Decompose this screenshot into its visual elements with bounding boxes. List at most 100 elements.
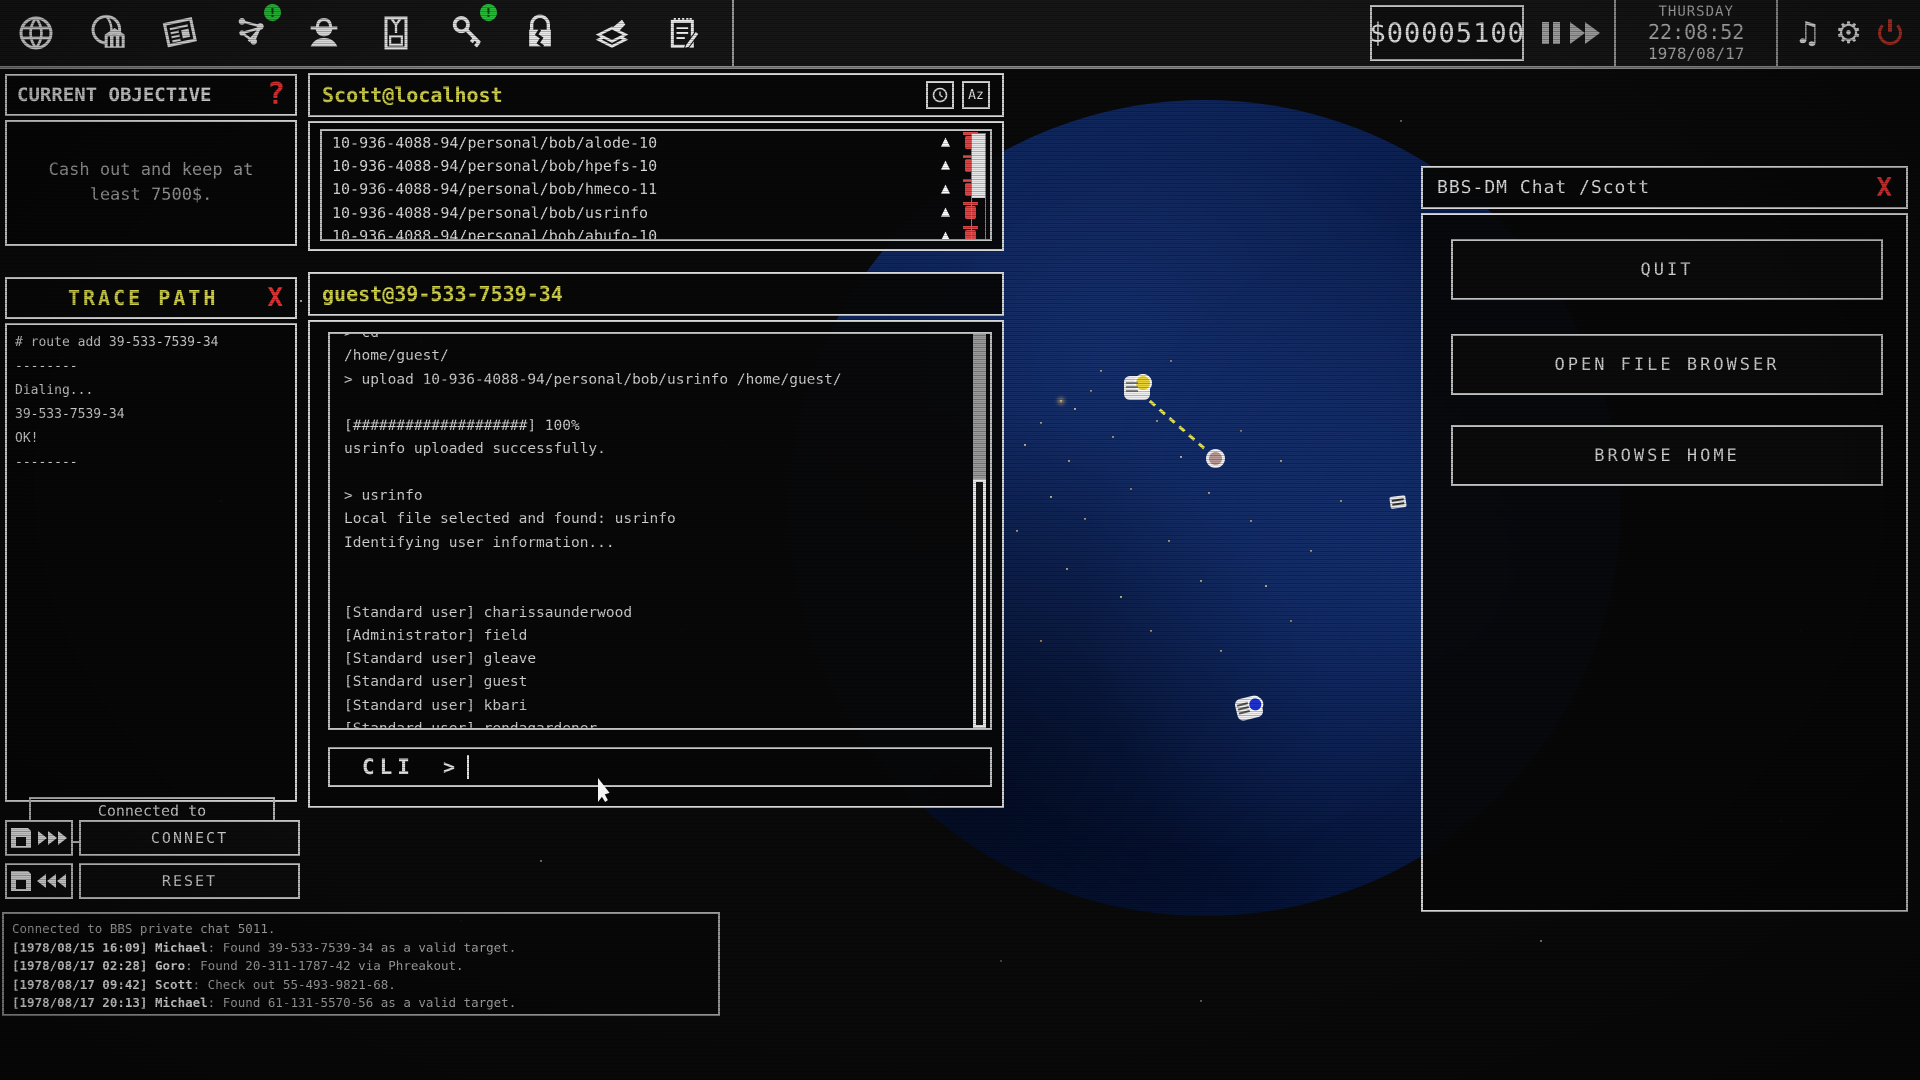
objective-text: Cash out and keep at least 7500$. [49, 158, 254, 209]
file-list-scrollbar[interactable] [971, 133, 986, 241]
file-path: 10-936-4088-94/personal/bob/hpefs-10 [322, 157, 657, 175]
spy-button[interactable] [301, 10, 347, 56]
globe-icon [16, 13, 56, 53]
file-manager-title: Scott@localhost [322, 83, 503, 107]
bbs-header: BBS-DM Chat /Scott X [1421, 166, 1908, 209]
file-manager-panel: 10-936-4088-94/personal/bob/alode-10 ▲ 1… [308, 121, 1004, 251]
trace-line: -------- [15, 355, 219, 379]
chat-line: [1978/08/15 16:09] Michael: Found 39-533… [12, 939, 710, 958]
file-row[interactable]: 10-936-4088-94/personal/bob/hpefs-10 ▲ [322, 154, 990, 177]
cli-prompt-icon: > [443, 755, 455, 779]
trace-line: 39-533-7539-34 [15, 403, 219, 427]
terminal-title: guest@39-533-7539-34 [322, 282, 563, 306]
fast-forward-button[interactable] [1570, 22, 1600, 44]
trace-title: TRACE PATH [68, 286, 218, 310]
file-manager-header: Scott@localhost Az [308, 73, 1004, 117]
trace-panel: # route add 39-533-7539-34 -------- Dial… [5, 323, 297, 802]
spy-icon [304, 13, 344, 53]
chat-line: [1978/08/17 20:13] Michael: Found 61-131… [12, 994, 710, 1013]
floppy-icon [11, 871, 31, 891]
bank-globe-icon [88, 13, 128, 53]
toolbar: ! ! $00005100 THURSDAY 22:08:52 1978/08/… [0, 0, 1920, 69]
bank-button[interactable] [85, 10, 131, 56]
chat-line: Connected to BBS private chat 5011. [12, 920, 710, 939]
trace-close-button[interactable]: X [267, 285, 283, 311]
quick-connect-button[interactable] [5, 820, 73, 856]
bbs-open-file-browser-button[interactable]: OPEN FILE BROWSER [1451, 334, 1883, 395]
file-row[interactable]: 10-936-4088-94/personal/bob/abufo-10 ▲ [322, 225, 990, 241]
upload-icon[interactable]: ▲ [941, 132, 950, 150]
keys-notification-badge: ! [480, 4, 497, 21]
world-map-button[interactable] [13, 10, 59, 56]
notepad-icon [664, 13, 704, 53]
trace-line: Dialing... [15, 379, 219, 403]
file-path: 10-936-4088-94/personal/bob/usrinfo [322, 204, 648, 222]
network-button[interactable]: ! [229, 10, 275, 56]
sort-time-button[interactable] [926, 81, 954, 109]
objective-panel: Cash out and keep at least 7500$. [5, 120, 297, 246]
terminal-panel: > cd /home/guest/ > upload 10-936-4088-9… [308, 320, 1004, 808]
file-row[interactable]: 10-936-4088-94/personal/bob/usrinfo ▲ [322, 201, 990, 224]
upload-icon[interactable]: ▲ [941, 155, 950, 173]
key-icon [448, 13, 488, 53]
backward-arrows-icon [37, 874, 67, 888]
cracker-button[interactable] [517, 10, 563, 56]
connect-button[interactable]: CONNECT [79, 820, 300, 856]
dossier-button[interactable] [373, 10, 419, 56]
floppy-icon [11, 828, 31, 848]
bbs-quit-button[interactable]: QUIT [1451, 239, 1883, 300]
money-display: $00005100 [1370, 5, 1524, 61]
broken-lock-icon [520, 13, 560, 53]
newspaper-icon [160, 13, 200, 53]
clock-time: 22:08:52 [1648, 20, 1744, 44]
music-button[interactable]: ♫ [1794, 16, 1821, 51]
toolbar-divider [732, 0, 734, 66]
upload-icon[interactable]: ▲ [941, 179, 950, 197]
trace-line: # route add 39-533-7539-34 [15, 331, 219, 355]
cli-caret [467, 755, 469, 779]
file-path: 10-936-4088-94/personal/bob/hmeco-11 [322, 180, 657, 198]
popout-icon[interactable] [235, 86, 257, 104]
pause-button[interactable] [1542, 22, 1560, 44]
news-button[interactable] [157, 10, 203, 56]
stars [300, 300, 302, 302]
clock-display: THURSDAY 22:08:52 1978/08/17 [1614, 0, 1778, 66]
upload-icon[interactable]: ▲ [941, 202, 950, 220]
city-lights [1060, 400, 1062, 402]
map-server-icon[interactable] [1389, 495, 1407, 509]
file-path: 10-936-4088-94/personal/bob/abufo-10 [322, 227, 657, 241]
notes-button[interactable] [661, 10, 707, 56]
upload-icon[interactable]: ▲ [941, 226, 950, 241]
map-node-target[interactable] [1206, 449, 1225, 468]
dossier-icon [376, 13, 416, 53]
bbs-title: BBS-DM Chat /Scott [1437, 177, 1650, 198]
bbs-browse-home-button[interactable]: BROWSE HOME [1451, 425, 1883, 486]
trace-line: -------- [15, 451, 219, 475]
trace-header: TRACE PATH X [5, 277, 297, 319]
software-button[interactable] [589, 10, 635, 56]
forward-arrows-icon [37, 831, 67, 845]
cli-label: CLI [362, 755, 415, 779]
clock-date: 1978/08/17 [1648, 44, 1744, 63]
keys-button[interactable]: ! [445, 10, 491, 56]
power-button[interactable] [1876, 19, 1904, 47]
bbs-chat-log: Connected to BBS private chat 5011. [197… [2, 912, 720, 1016]
map-node-origin[interactable] [1124, 376, 1150, 400]
terminal-scrollbar[interactable] [973, 334, 986, 728]
reset-button[interactable]: RESET [79, 863, 300, 899]
objective-title: CURRENT OBJECTIVE [17, 84, 211, 106]
sort-az-button[interactable]: Az [962, 81, 990, 109]
settings-button[interactable]: ⚙ [1835, 16, 1862, 51]
cli-input[interactable]: CLI > [328, 747, 992, 787]
terminal-output[interactable]: > cd /home/guest/ > upload 10-936-4088-9… [328, 332, 992, 730]
objective-help-button[interactable]: ? [267, 80, 285, 110]
file-list: 10-936-4088-94/personal/bob/alode-10 ▲ 1… [320, 129, 992, 241]
quick-reset-button[interactable] [5, 863, 73, 899]
clock-day: THURSDAY [1658, 4, 1733, 20]
chat-line: [1978/08/17 09:42] Scott: Check out 55-4… [12, 976, 710, 995]
game-screen: ! ! $00005100 THURSDAY 22:08:52 1978/08/… [0, 0, 1920, 1080]
file-row[interactable]: 10-936-4088-94/personal/bob/alode-10 ▲ [322, 131, 990, 154]
bbs-close-button[interactable]: X [1876, 175, 1892, 201]
file-row[interactable]: 10-936-4088-94/personal/bob/hmeco-11 ▲ [322, 178, 990, 201]
terminal-header: guest@39-533-7539-34 [308, 272, 1004, 316]
